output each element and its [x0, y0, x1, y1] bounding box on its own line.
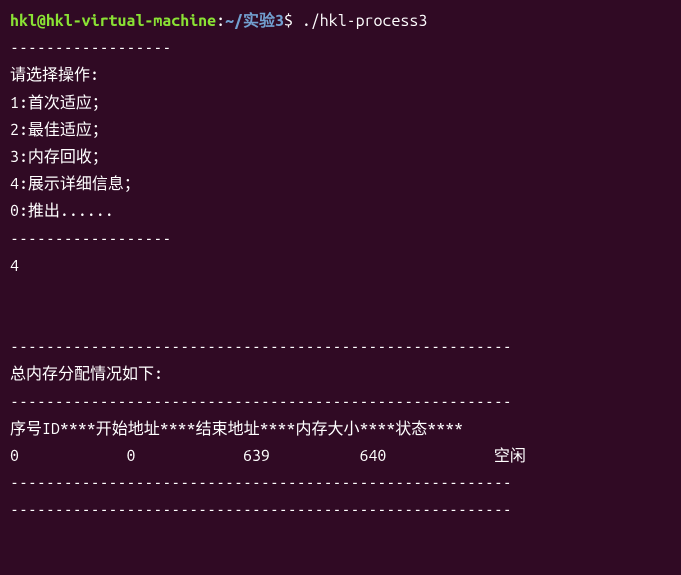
command-text: ./hkl-process3: [302, 12, 427, 30]
prompt-line[interactable]: hkl@hkl-virtual-machine:~/实验3$ ./hkl-pro…: [10, 8, 671, 35]
menu-option-3: 3:内存回收；: [10, 144, 671, 171]
cell-end: 639: [243, 447, 270, 465]
separator-1: ------------------: [10, 35, 671, 62]
cell-id: 0: [10, 447, 19, 465]
separator-5: ----------------------------------------…: [10, 470, 671, 497]
menu-option-0: 0:推出......: [10, 198, 671, 225]
table-row: 0 0 639 640 空闲: [10, 443, 671, 470]
cell-status: 空闲: [494, 447, 526, 465]
prompt-colon: :: [216, 12, 225, 30]
menu-option-4: 4:展示详细信息；: [10, 171, 671, 198]
menu-title: 请选择操作:: [10, 62, 671, 89]
prompt-path: ~/实验3: [225, 12, 284, 30]
blank-line: [10, 280, 671, 307]
menu-option-1: 1:首次适应；: [10, 90, 671, 117]
separator-3: ----------------------------------------…: [10, 334, 671, 361]
blank-line: [10, 307, 671, 334]
separator-4: ----------------------------------------…: [10, 389, 671, 416]
summary-title: 总内存分配情况如下:: [10, 361, 671, 388]
separator-6: ----------------------------------------…: [10, 497, 671, 524]
user-input: 4: [10, 253, 671, 280]
cell-size: 640: [360, 447, 387, 465]
separator-2: ------------------: [10, 226, 671, 253]
table-header: 序号ID****开始地址****结束地址****内存大小****状态****: [10, 416, 671, 443]
prompt-dollar: $: [284, 12, 302, 30]
cell-start: 0: [127, 447, 136, 465]
prompt-user-host: hkl@hkl-virtual-machine: [10, 12, 216, 30]
menu-option-2: 2:最佳适应；: [10, 117, 671, 144]
